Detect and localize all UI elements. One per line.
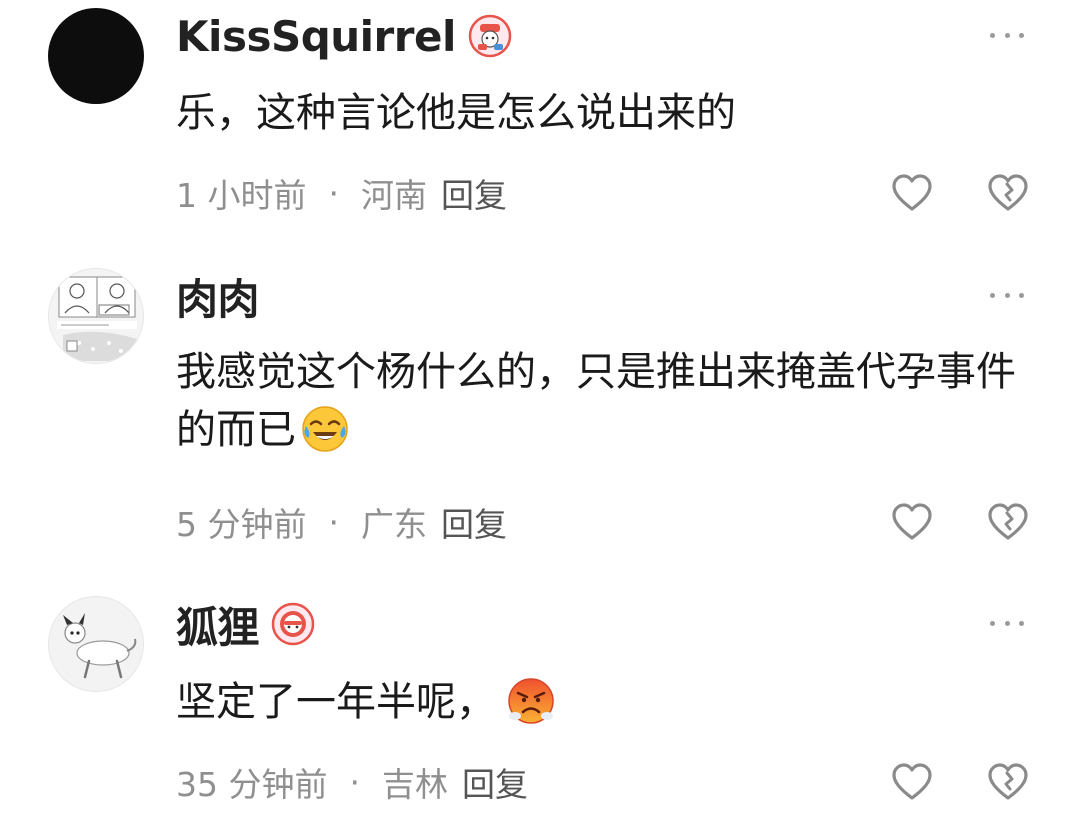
comment-text-content: 乐，这种言论他是怎么说出来的 bbox=[176, 90, 736, 136]
crying-laughing-emoji bbox=[302, 406, 348, 452]
broken-heart-icon[interactable] bbox=[984, 758, 1032, 806]
heart-icon[interactable] bbox=[888, 758, 936, 806]
timestamp: 35 分钟前 bbox=[176, 765, 328, 804]
heart-icon[interactable] bbox=[888, 498, 936, 546]
reply-button[interactable]: 回复 bbox=[441, 169, 507, 217]
broken-heart-icon[interactable] bbox=[984, 498, 1032, 546]
comment-item: 狐狸 坚定了一年半呢， 35 分钟前 · 吉林 回复 bbox=[0, 570, 1080, 816]
location: 广东 bbox=[361, 505, 427, 544]
heart-icon[interactable] bbox=[888, 169, 936, 217]
comment-meta: 1 小时前 · 河南 回复 bbox=[176, 173, 507, 216]
location: 吉林 bbox=[381, 765, 448, 804]
separator: · bbox=[328, 173, 340, 213]
user-badge-icon bbox=[271, 602, 315, 646]
timestamp: 5 分钟前 bbox=[176, 505, 307, 544]
location: 河南 bbox=[361, 176, 427, 215]
more-dots-icon[interactable] bbox=[990, 291, 1024, 299]
comment-text-content: 坚定了一年半呢， bbox=[176, 679, 496, 725]
timestamp: 1 小时前 bbox=[176, 176, 307, 215]
comment-text: 乐，这种言论他是怎么说出来的 bbox=[176, 84, 1036, 142]
comment-text: 坚定了一年半呢， bbox=[176, 673, 1036, 731]
comment-meta: 35 分钟前 · 吉林 回复 bbox=[176, 762, 528, 805]
username[interactable]: KissSquirrel bbox=[176, 12, 456, 61]
angry-steam-emoji bbox=[508, 678, 554, 724]
avatar[interactable] bbox=[48, 268, 144, 364]
username[interactable]: 肉肉 bbox=[176, 266, 260, 327]
comment-meta: 5 分钟前 · 广东 回复 bbox=[176, 502, 507, 545]
comment-header: 狐狸 bbox=[176, 596, 315, 652]
more-dots-icon[interactable] bbox=[990, 619, 1024, 627]
reply-button[interactable]: 回复 bbox=[462, 758, 528, 806]
user-badge-icon bbox=[468, 14, 512, 58]
comment-header: 肉肉 bbox=[176, 266, 260, 327]
comment-item: 肉肉 我感觉这个杨什么的，只是推出来掩盖代孕事件的而已 5 分钟前 · 广东 回… bbox=[0, 240, 1080, 570]
username[interactable]: 狐狸 bbox=[176, 594, 260, 655]
comment-header: KissSquirrel bbox=[176, 8, 512, 64]
more-dots-icon[interactable] bbox=[990, 31, 1024, 39]
separator: · bbox=[328, 502, 340, 542]
reply-button[interactable]: 回复 bbox=[441, 498, 507, 546]
comment-text: 我感觉这个杨什么的，只是推出来掩盖代孕事件的而已 bbox=[176, 343, 1036, 459]
separator: · bbox=[349, 762, 360, 802]
broken-heart-icon[interactable] bbox=[984, 169, 1032, 217]
avatar[interactable] bbox=[48, 596, 144, 692]
comment-item: KissSquirrel 乐，这种言论他是怎么说出来的 1 小时前 · 河南 回… bbox=[0, 0, 1080, 240]
avatar[interactable] bbox=[48, 8, 144, 104]
